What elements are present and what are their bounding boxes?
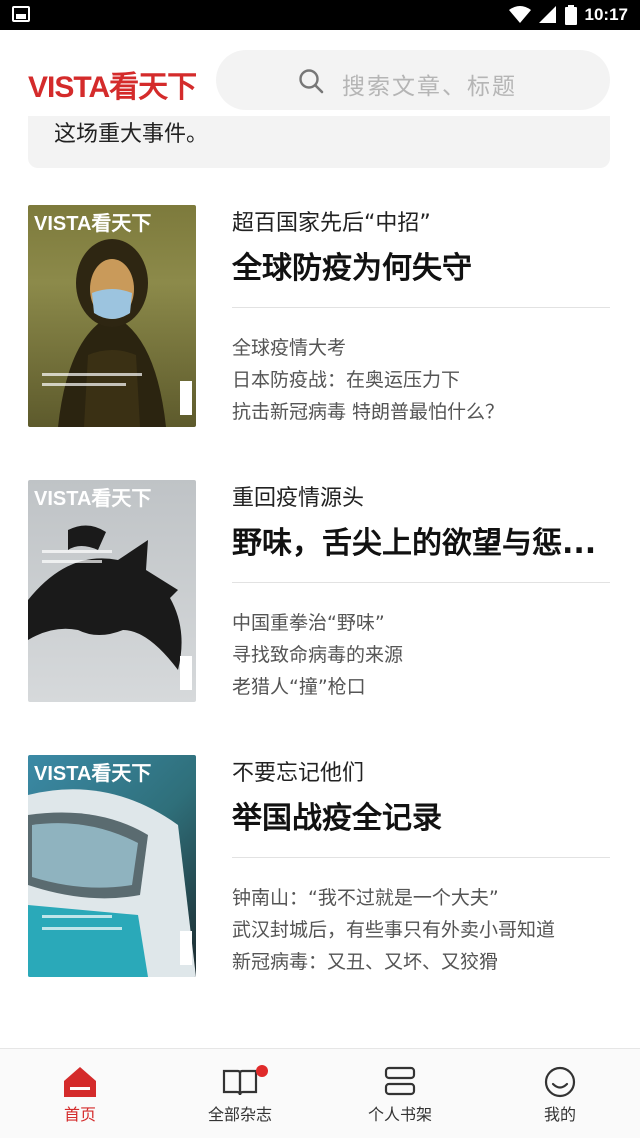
magazine-subtitle: 超百国家先后“中招” [232,211,431,236]
cover-masthead: VISTA看天下 [34,213,152,235]
article-link[interactable]: 老猎人“撞”枪口 [232,672,610,704]
battery-icon [564,5,577,25]
tab-label: 我的 [543,1105,576,1124]
bookshelf-icon [384,1066,416,1096]
search-bar[interactable]: 搜索文章、标题 [216,50,610,110]
clock: 10:17 [584,5,628,24]
magazine-item[interactable]: VISTA看天下 超百国家先后“中招” 全球防疫为何失守 全球疫情大考 日本防疫… [0,205,640,480]
banner-text: 这场重大事件。 [54,122,209,147]
gallery-notification-icon [12,6,30,22]
article-link[interactable]: 抗击新冠病毒 特朗普最怕什么？ [232,397,610,429]
bottom-tab-bar: 首页 全部杂志 个人书架 我的 [0,1048,640,1138]
cover-headline-line [42,373,142,376]
status-bar: 10:17 [0,0,640,30]
tab-bookshelf[interactable]: 个人书架 [320,1049,480,1138]
status-icons: 10:17 [508,4,628,26]
magazine-cover[interactable]: VISTA看天下 [28,480,196,702]
featured-banner[interactable]: 这场重大事件。 [28,116,610,168]
cover-headline-line [42,550,112,553]
magazine-subtitle: 不要忘记他们 [232,761,365,786]
bat-illustration [28,525,182,670]
article-link[interactable]: 全球疫情大考 [232,333,610,365]
magazine-cover[interactable]: VISTA看天下 [28,755,196,977]
article-link[interactable]: 钟南山：“我不过就是一个大夫” [232,883,610,915]
cover-headline-line [42,927,122,930]
cover-masthead: VISTA看天下 [34,763,152,785]
article-list: 中国重拳治“野味” 寻找致命病毒的来源 老猎人“撞”枪口 [232,608,610,704]
signal-icon [538,6,556,23]
divider [232,857,610,858]
cover-headline-line [42,915,112,918]
article-list: 钟南山：“我不过就是一个大夫” 武汉封城后，有些事只有外卖小哥知道 新冠病毒：又… [232,883,610,979]
article-link[interactable]: 武汉封城后，有些事只有外卖小哥知道 [232,915,610,947]
divider [232,307,610,308]
tab-home[interactable]: 首页 [0,1049,160,1138]
article-link[interactable]: 寻找致命病毒的来源 [232,640,610,672]
tab-profile[interactable]: 我的 [480,1049,640,1138]
app-logo: VISTA看天下 [28,71,197,104]
article-link[interactable]: 新冠病毒：又丑、又坏、又狡猾 [232,947,610,979]
search-placeholder: 搜索文章、标题 [342,74,517,100]
cover-barcode [180,931,192,965]
wifi-icon [508,6,531,23]
tab-label: 首页 [63,1105,96,1124]
divider [232,582,610,583]
magazine-subtitle: 重回疫情源头 [232,486,365,511]
book-icon [222,1069,258,1096]
tab-label: 个人书架 [367,1105,432,1124]
home-icon [64,1067,96,1097]
app-header: VISTA看天下 搜索文章、标题 [0,30,640,120]
article-list: 全球疫情大考 日本防疫战：在奥运压力下 抗击新冠病毒 特朗普最怕什么？ [232,333,610,429]
search-icon [299,69,324,94]
mona-lisa-mask-illustration [58,239,166,427]
magazine-cover[interactable]: VISTA看天下 [28,205,196,427]
article-link[interactable]: 中国重拳治“野味” [232,608,610,640]
cover-masthead: VISTA看天下 [34,488,152,510]
article-link[interactable]: 日本防疫战：在奥运压力下 [232,365,610,397]
cover-headline-line [42,383,126,386]
smiley-icon [544,1066,576,1098]
cover-headline-line [42,560,102,563]
cover-barcode [180,381,192,415]
magazine-title[interactable]: 野味，舌尖上的欲望与惩... [232,518,610,562]
tab-all-magazines[interactable]: 全部杂志 [160,1049,320,1138]
magazine-title[interactable]: 全球防疫为何失守 [232,243,610,287]
magazine-list: VISTA看天下 超百国家先后“中招” 全球防疫为何失守 全球疫情大考 日本防疫… [0,205,640,1030]
magazine-item[interactable]: VISTA看天下 不要忘记他们 举国战疫全记录 钟南山：“我不过就是一个大夫” … [0,755,640,1030]
medical-worker-illustration [28,789,196,977]
cover-barcode [180,656,192,690]
magazine-item[interactable]: VISTA看天下 重回疫情源头 野味，舌尖上的欲望与惩... 中国重拳治“野味”… [0,480,640,755]
notification-dot [256,1065,268,1077]
magazine-title[interactable]: 举国战疫全记录 [232,793,610,837]
tab-label: 全部杂志 [207,1105,272,1124]
